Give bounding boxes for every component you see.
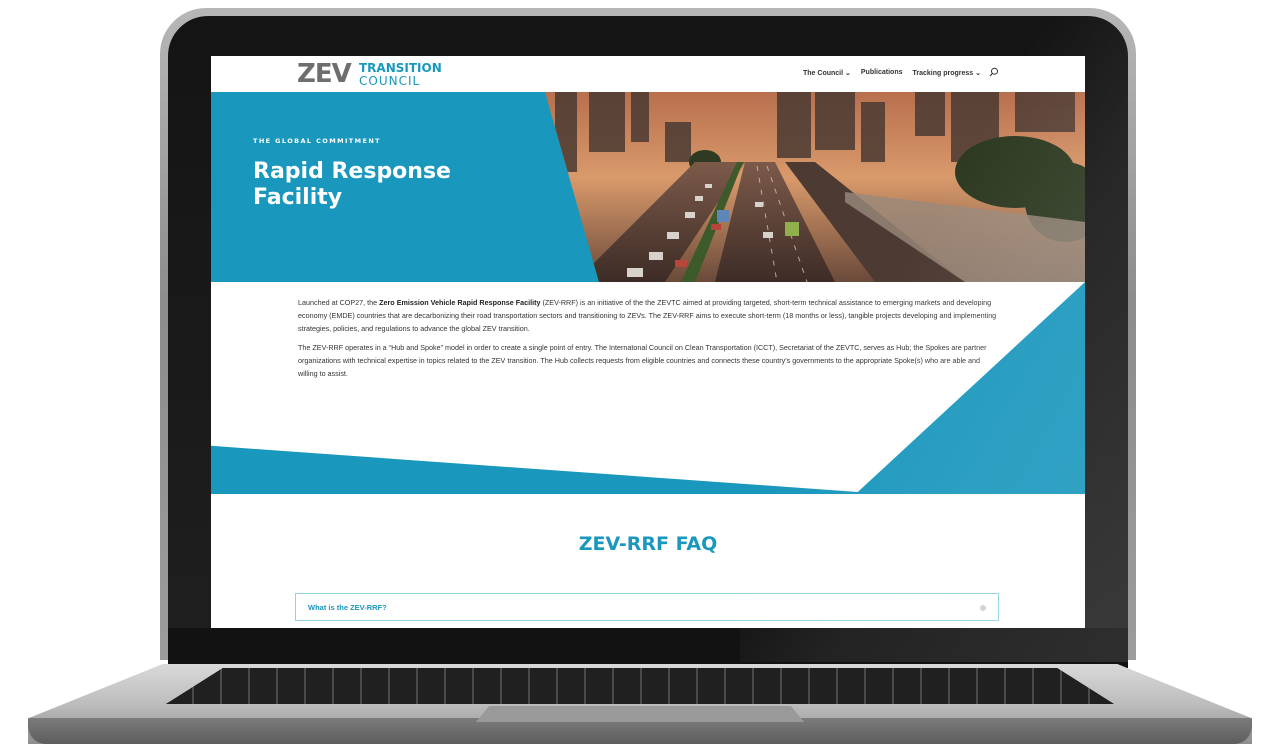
hero-kicker: THE GLOBAL COMMITMENT bbox=[253, 137, 382, 145]
nav-item-publications[interactable]: Publications bbox=[861, 69, 903, 77]
intro-text: Launched at COP27, the Zero Emission Veh… bbox=[298, 296, 998, 386]
accordion-toggle-icon[interactable] bbox=[980, 605, 986, 611]
site-header: ZEV TRANSITION COUNCIL The Council ⌄ Pub… bbox=[211, 56, 1085, 92]
intro-p1-bold: Zero Emission Vehicle Rapid Response Fac… bbox=[379, 298, 541, 307]
faq-question: What is the ZEV-RRF? bbox=[308, 603, 387, 612]
keyboard bbox=[166, 668, 1114, 704]
faq-title: ZEV-RRF FAQ bbox=[578, 533, 718, 555]
logo-zev: ZEV bbox=[297, 59, 352, 89]
screen-bezel-bottom bbox=[168, 628, 1128, 668]
trackpad bbox=[476, 706, 804, 722]
page-title: Rapid Response Facility bbox=[253, 159, 451, 210]
intro-p1-lead: Launched at COP27, the bbox=[298, 298, 380, 307]
intro-paragraph-1: Launched at COP27, the Zero Emission Veh… bbox=[298, 296, 998, 335]
faq-accordion-item[interactable]: What is the ZEV-RRF? bbox=[295, 593, 999, 621]
main-nav: The Council ⌄ Publications Tracking prog… bbox=[803, 69, 981, 77]
intro-paragraph-2: The ZEV-RRF operates in a “Hub and Spoke… bbox=[298, 343, 987, 378]
hero-city-traffic-image bbox=[545, 92, 1085, 282]
logo-council: COUNCIL bbox=[359, 74, 421, 88]
search-icon[interactable] bbox=[989, 67, 999, 77]
nav-item-tracking-progress[interactable]: Tracking progress ⌄ bbox=[913, 69, 982, 77]
browser-screen: ZEV TRANSITION COUNCIL The Council ⌄ Pub… bbox=[211, 56, 1085, 628]
nav-item-the-council[interactable]: The Council ⌄ bbox=[803, 69, 851, 77]
hero-banner: THE GLOBAL COMMITMENT Rapid Response Fac… bbox=[211, 92, 1085, 282]
